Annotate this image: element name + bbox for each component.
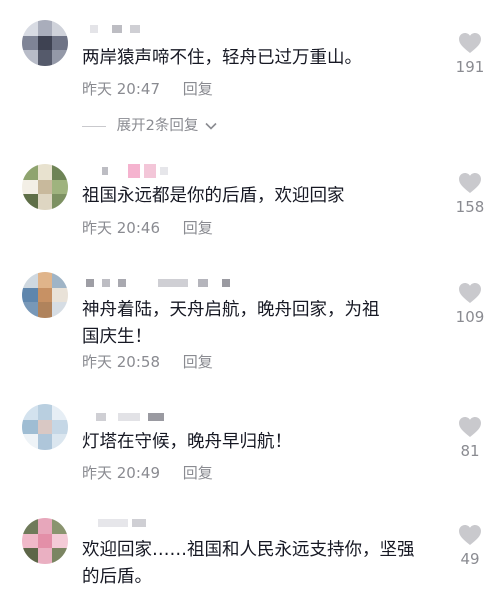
- comment-text: 灯塔在守候，晚舟早归航！: [82, 432, 292, 452]
- username-redacted[interactable]: [82, 516, 192, 530]
- like-count: 81: [460, 442, 480, 460]
- avatar[interactable]: [22, 272, 68, 318]
- like-button[interactable]: 109: [448, 282, 492, 326]
- like-button[interactable]: 81: [448, 416, 492, 460]
- heart-icon: [459, 525, 481, 545]
- comment-meta: 昨天 20:46 回复: [82, 218, 213, 238]
- like-button[interactable]: 191: [448, 32, 492, 76]
- like-count: 158: [455, 198, 485, 216]
- comment-meta: 昨天 20:49 回复: [82, 463, 213, 483]
- avatar[interactable]: [22, 20, 68, 66]
- username-redacted[interactable]: [82, 276, 242, 290]
- expand-replies-button[interactable]: 展开2条回复: [82, 116, 217, 136]
- comment-meta: 昨天 20:47 回复: [82, 79, 213, 99]
- divider: [82, 125, 106, 127]
- like-count: 191: [455, 58, 485, 76]
- comment-text: 祖国永远都是你的后盾，欢迎回家: [82, 186, 345, 206]
- comment-time: 昨天 20:58: [82, 353, 160, 371]
- comment-time: 昨天 20:46: [82, 219, 160, 237]
- comment-text: 神舟着陆，天舟启航，晚舟回家，为祖国庆生！: [82, 300, 380, 347]
- avatar[interactable]: [22, 518, 68, 564]
- like-count: 49: [460, 550, 480, 568]
- comment-meta: 昨天 20:58 回复: [82, 352, 213, 372]
- like-count: 109: [455, 308, 485, 326]
- like-button[interactable]: 158: [448, 172, 492, 216]
- comment-time: 昨天 20:47: [82, 80, 160, 98]
- reply-button[interactable]: 回复: [183, 353, 213, 371]
- avatar[interactable]: [22, 404, 68, 450]
- heart-icon: [459, 33, 481, 53]
- comment-text: 两岸猿声啼不住，轻舟已过万重山。: [82, 48, 362, 68]
- expand-replies-label: 展开2条回复: [116, 118, 199, 134]
- like-button[interactable]: 49: [448, 524, 492, 568]
- username-redacted[interactable]: [82, 410, 192, 424]
- reply-button[interactable]: 回复: [183, 464, 213, 482]
- comment-time: 昨天 20:49: [82, 464, 160, 482]
- avatar[interactable]: [22, 164, 68, 210]
- heart-icon: [459, 173, 481, 193]
- reply-button[interactable]: 回复: [183, 80, 213, 98]
- username-redacted[interactable]: [82, 22, 192, 36]
- comment-text: 欢迎回家……祖国和人民永远支持你，坚强的后盾。: [82, 540, 415, 587]
- chevron-down-icon: [205, 122, 217, 130]
- username-redacted[interactable]: [82, 164, 192, 178]
- heart-icon: [459, 283, 481, 303]
- heart-icon: [459, 417, 481, 437]
- reply-button[interactable]: 回复: [183, 219, 213, 237]
